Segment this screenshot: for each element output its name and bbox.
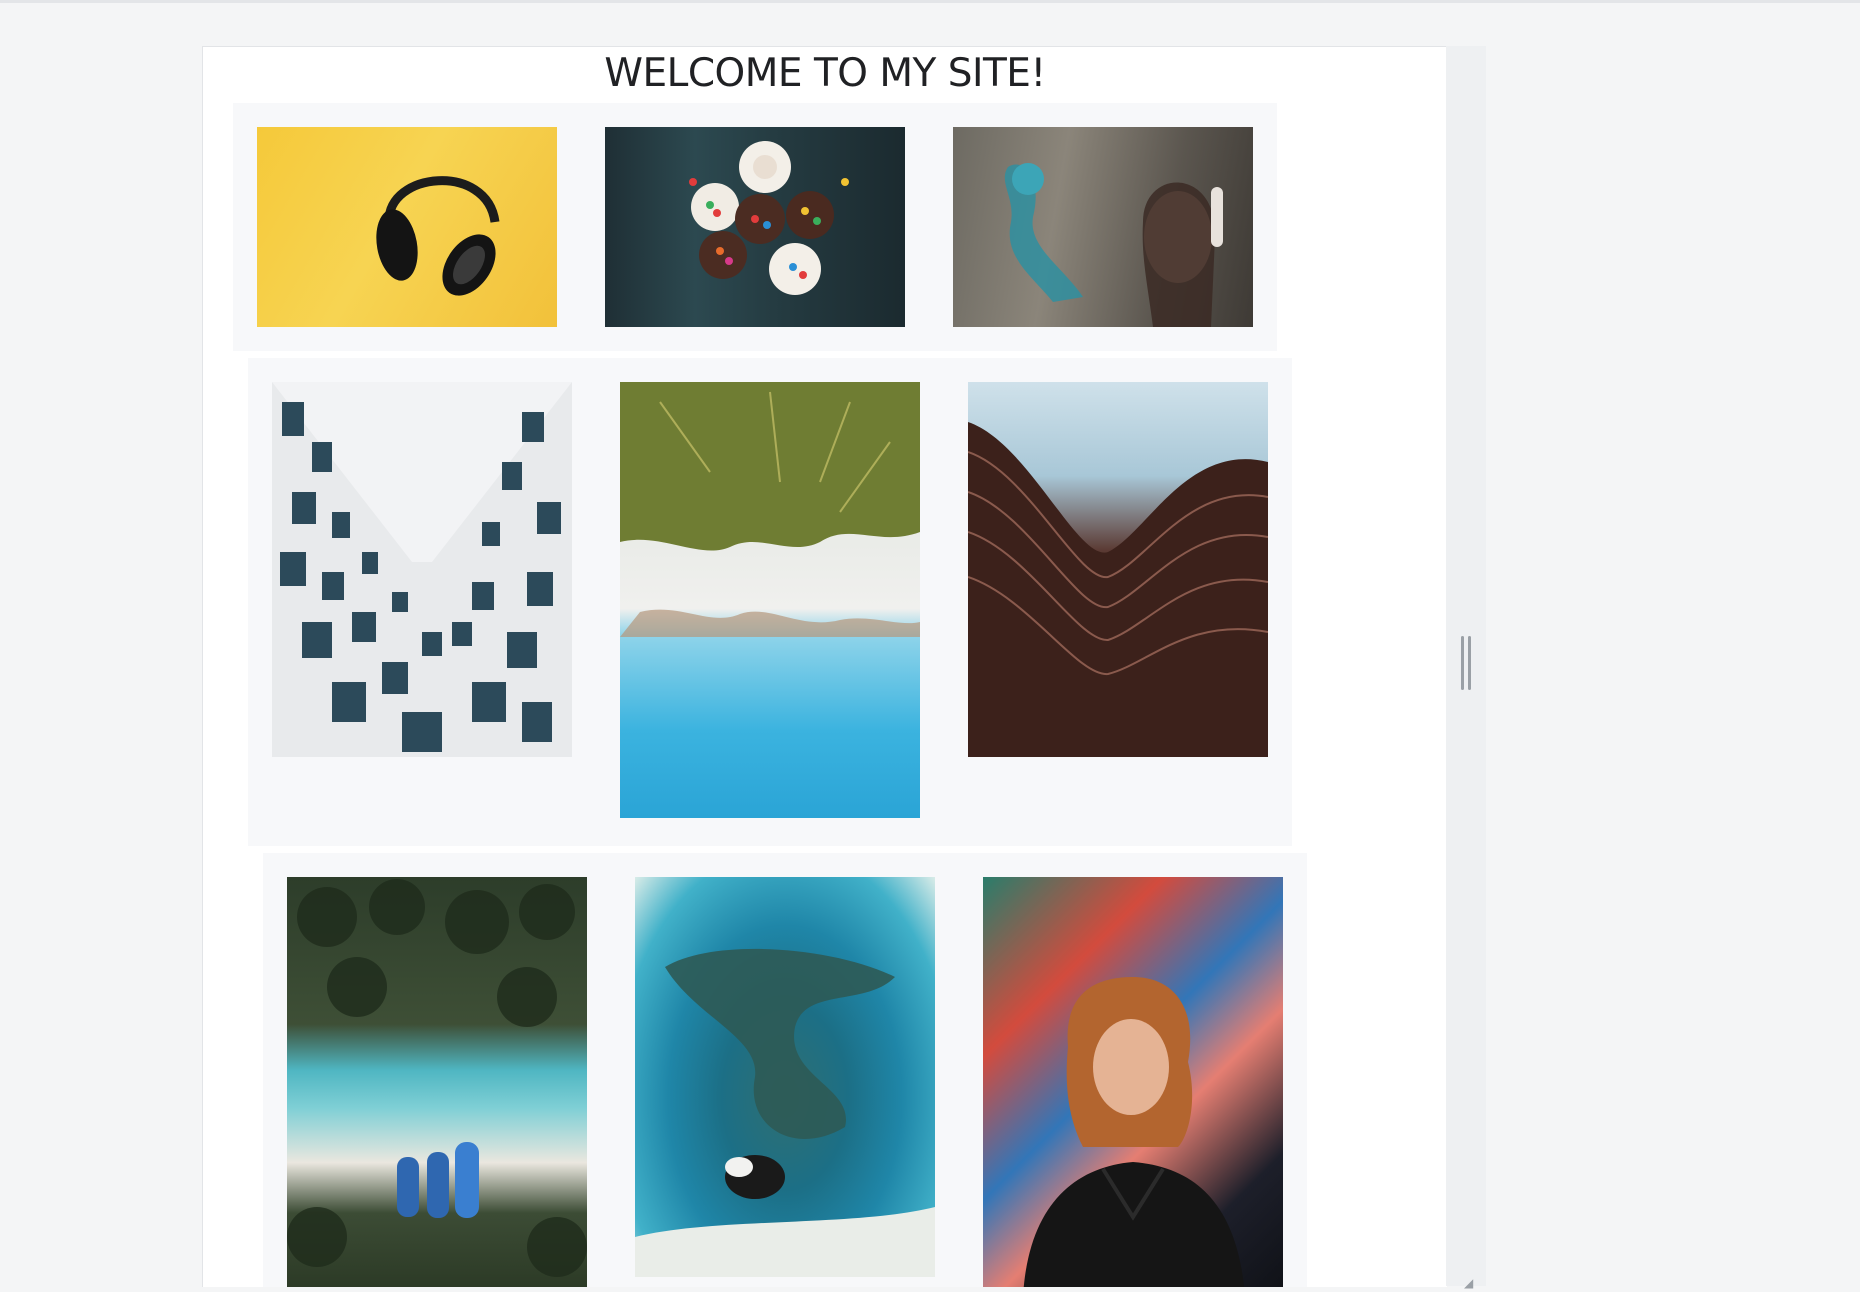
gallery-row-1 <box>233 103 1277 351</box>
page-title: WELCOME TO MY SITE! <box>604 51 1046 96</box>
street-art-photo[interactable] <box>953 127 1253 327</box>
reef-aerial-photo[interactable] <box>635 877 935 1277</box>
palm-lagoon-aerial-photo[interactable] <box>287 877 587 1287</box>
building-looking-up-photo[interactable] <box>272 382 572 757</box>
gallery-row-3 <box>263 853 1307 1287</box>
palm-beach-aerial-photo[interactable] <box>620 382 920 818</box>
page-frame: WELCOME TO MY SITE! <box>202 46 1447 1287</box>
cupcakes-photo[interactable] <box>605 127 905 327</box>
gallery-row-2 <box>248 358 1292 846</box>
resize-handle[interactable] <box>1460 636 1472 690</box>
browser-top-border <box>0 0 1860 3</box>
girl-graffiti-photo[interactable] <box>983 877 1283 1287</box>
headphones-photo[interactable] <box>257 127 557 327</box>
curved-building-photo[interactable] <box>968 382 1268 757</box>
resize-corner-icon[interactable]: ◢ <box>1464 1276 1478 1290</box>
